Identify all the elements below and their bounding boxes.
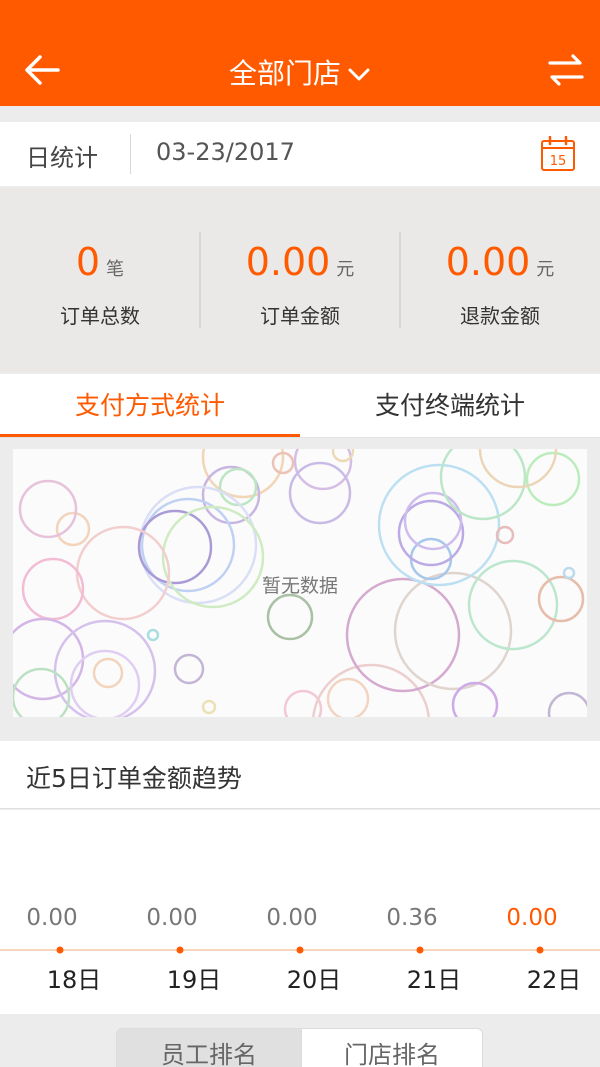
- trend-value-label: 0.00: [146, 905, 197, 931]
- store-selector[interactable]: 全部门店: [0, 52, 600, 92]
- top-bar: 全部门店: [0, 0, 600, 106]
- stat-refund-amount: 0.00 元 退款金额: [400, 188, 600, 372]
- trend-header: 近5日订单金额趋势: [0, 741, 600, 809]
- trend-point: [176, 946, 184, 954]
- stat-unit: 笔: [106, 259, 125, 280]
- trend-value-label: 0.36: [386, 905, 437, 931]
- trend-point: [56, 946, 64, 954]
- empty-message: 暂无数据: [261, 575, 338, 597]
- calendar-day: 15: [550, 154, 567, 169]
- trend-date-label: 20日: [287, 966, 342, 994]
- trend-date-label: 18日: [47, 966, 102, 994]
- stat-label: 订单金额: [260, 304, 340, 328]
- divider: [0, 437, 600, 438]
- trend-point: [416, 946, 424, 954]
- employee-ranking-button[interactable]: 员工排名: [116, 1028, 302, 1067]
- trend-title: 近5日订单金额趋势: [26, 764, 242, 793]
- stat-label: 订单总数: [60, 304, 140, 328]
- empty-state: 暂无数据: [13, 449, 587, 717]
- date-bar: 日统计 03-23/2017 15: [0, 122, 600, 186]
- stat-tabs: 支付方式统计 支付终端统计: [0, 374, 600, 438]
- stat-mode-selector[interactable]: 日统计: [26, 138, 98, 173]
- store-ranking-button[interactable]: 门店排名: [301, 1028, 483, 1067]
- tab-label: 支付方式统计: [74, 391, 225, 420]
- stat-unit: 元: [336, 259, 355, 280]
- tab-payment-terminal[interactable]: 支付终端统计: [300, 374, 600, 438]
- trend-value-label: 0.00: [26, 905, 77, 931]
- ranking-switcher: 员工排名 门店排名: [0, 1014, 600, 1067]
- page-title: 全部门店: [228, 57, 341, 90]
- trend-value-label: 0.00: [506, 905, 557, 931]
- trend-date-label: 19日: [167, 966, 222, 994]
- stat-value: 0.00: [445, 240, 531, 284]
- date-value[interactable]: 03-23/2017: [156, 138, 295, 166]
- divider: [130, 134, 131, 174]
- tab-label: 支付终端统计: [374, 391, 525, 420]
- stat-unit: 元: [536, 259, 555, 280]
- stat-value: 0: [75, 240, 101, 284]
- stat-order-count: 0笔 订单总数: [0, 188, 200, 372]
- stat-label: 退款金额: [460, 304, 540, 328]
- stat-value: 0.00: [245, 240, 331, 284]
- chevron-down-icon: [348, 68, 370, 81]
- trend-chart-svg: 0.00 18日 0.00 19日 0.00 20日 0.36 21日 0.00 22日: [0, 905, 600, 994]
- trend-value-label: 0.00: [266, 905, 317, 931]
- calendar-icon[interactable]: 15: [540, 136, 576, 172]
- stat-order-amount: 0.00 元 订单金额: [200, 188, 400, 372]
- trend-point: [296, 946, 304, 954]
- trend-date-label: 21日: [407, 966, 462, 994]
- swap-icon[interactable]: [546, 50, 586, 90]
- trend-date-label: 22日: [527, 966, 582, 994]
- tab-payment-method[interactable]: 支付方式统计: [0, 374, 300, 438]
- trend-point: [536, 946, 544, 954]
- stats-summary: 0笔 订单总数 0.00 元 订单金额 0.00 元 退款金额: [0, 188, 600, 372]
- trend-chart: 0.00 18日 0.00 19日 0.00 20日 0.36 21日 0.00 22日: [0, 810, 600, 1014]
